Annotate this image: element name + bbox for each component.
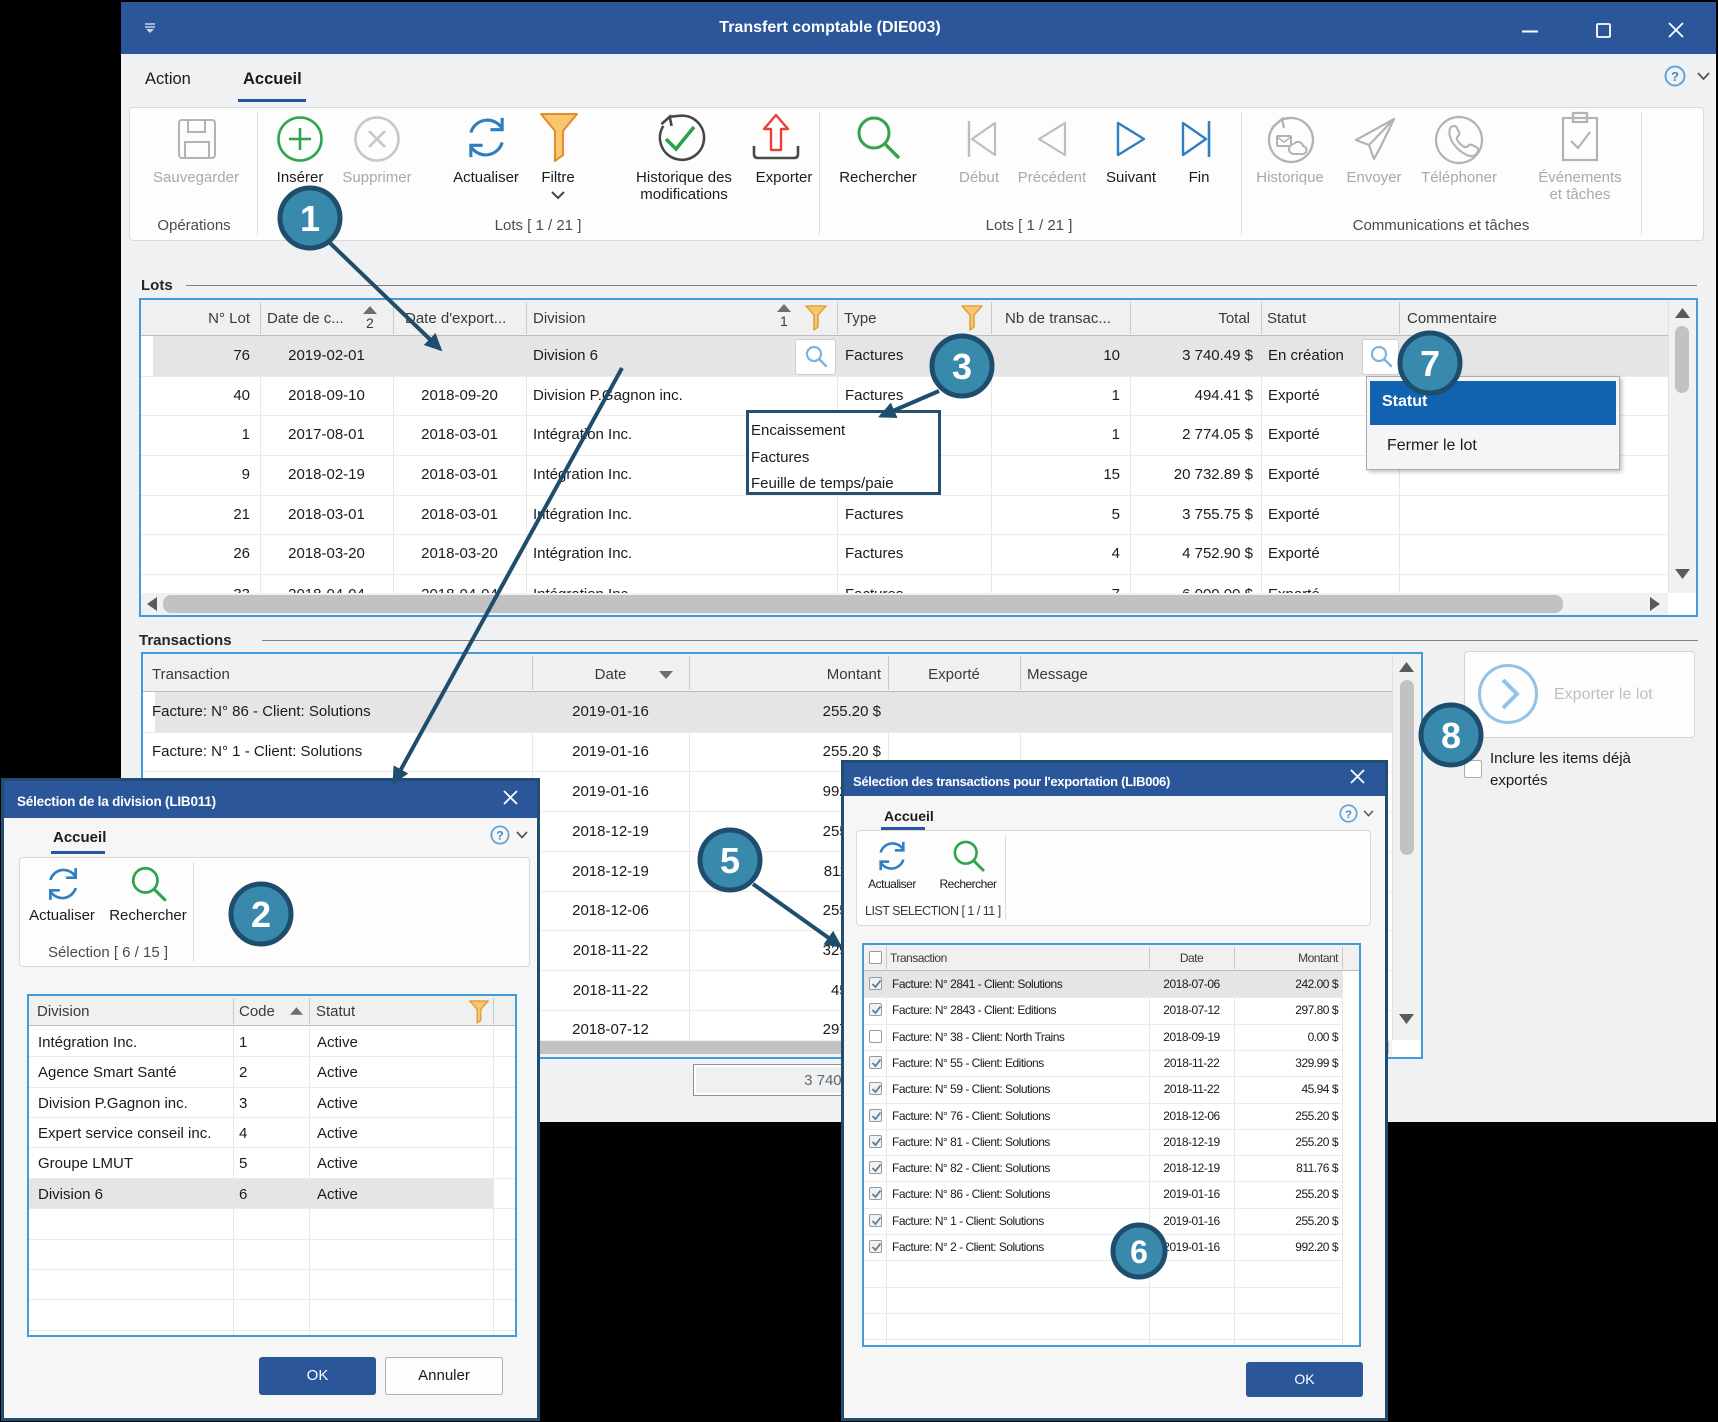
svg-text:5: 5 — [720, 840, 740, 881]
svg-text:7: 7 — [1420, 343, 1440, 384]
svg-text:1: 1 — [300, 198, 320, 239]
svg-text:2: 2 — [251, 894, 271, 935]
svg-text:3: 3 — [952, 346, 972, 387]
svg-text:8: 8 — [1441, 715, 1461, 756]
svg-text:6: 6 — [1130, 1234, 1148, 1270]
